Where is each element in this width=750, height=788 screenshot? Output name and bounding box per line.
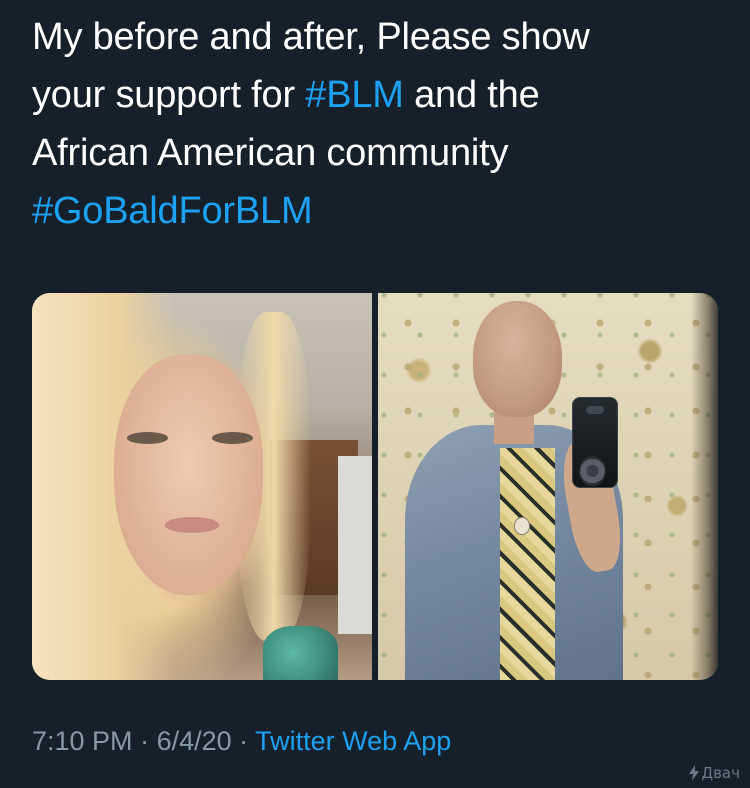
jacket-pin <box>514 517 530 535</box>
meta-separator-2: · <box>231 726 256 756</box>
tweet-text: My before and after, Please show your su… <box>32 8 722 240</box>
tweet-line-2-prefix: your support for <box>32 74 306 116</box>
hashtag-blm-link[interactable]: #BLM <box>305 74 404 116</box>
before-photo[interactable] <box>32 293 372 680</box>
tweet-date[interactable]: 6/4/20 <box>157 726 232 756</box>
hashtag-gobaldforblm-link[interactable]: #GoBaldForBLM <box>32 190 313 232</box>
media-grid <box>32 293 718 680</box>
watermark-text: Двач <box>701 764 740 782</box>
shirt-shape <box>263 625 338 680</box>
door-edge <box>690 293 718 680</box>
lips <box>164 517 219 533</box>
tweet-line-3: African American community <box>32 132 509 174</box>
tweet-line-1: My before and after, Please show <box>32 16 590 58</box>
tweet-line-4: #GoBaldForBLM <box>32 182 722 240</box>
bald-head <box>473 300 562 417</box>
patterned-dress <box>500 447 555 680</box>
eye-left <box>127 432 168 444</box>
tweet-line-2-suffix: and the <box>403 74 540 116</box>
watermark: Двач <box>689 764 740 782</box>
popsocket <box>578 455 606 487</box>
bolt-icon <box>689 765 700 781</box>
background-fridge <box>338 455 372 634</box>
face-shape <box>113 354 264 595</box>
tweet-line-2: your support for #BLM and the <box>32 66 722 124</box>
tweet-meta: 7:10 PM · 6/4/20 · Twitter Web App <box>32 726 451 757</box>
phone-camera <box>586 405 604 415</box>
after-photo[interactable] <box>378 293 718 680</box>
eye-right <box>212 432 253 444</box>
tweet-source-link[interactable]: Twitter Web App <box>255 726 451 756</box>
tweet-time[interactable]: 7:10 PM <box>32 726 133 756</box>
meta-separator: · <box>132 726 157 756</box>
